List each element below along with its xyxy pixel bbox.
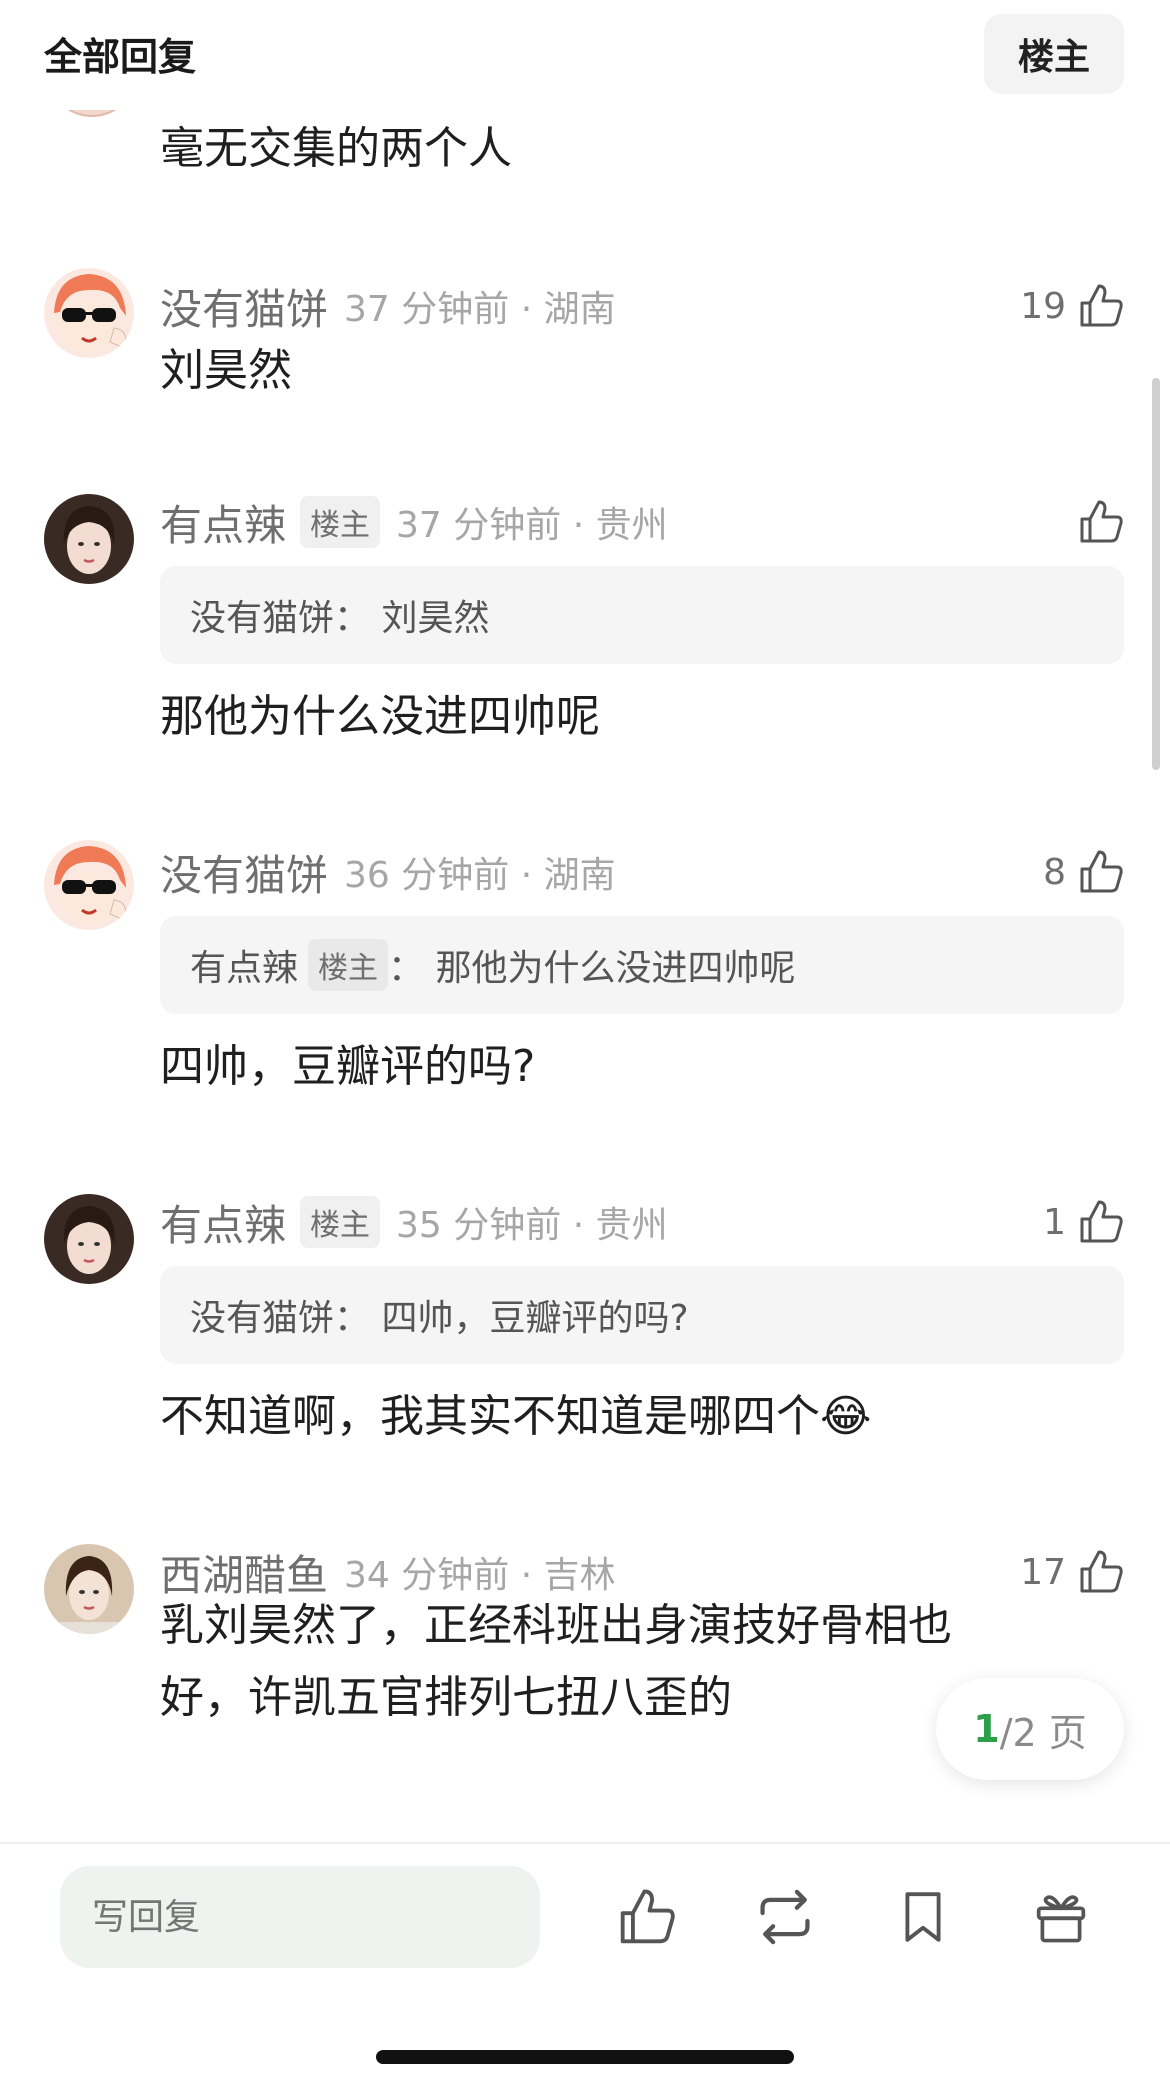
- op-badge: 楼主: [308, 939, 389, 991]
- comment-meta: 有点辣 楼主 37 分钟前 · 贵州: [160, 492, 668, 552]
- username[interactable]: 有点辣: [160, 492, 286, 553]
- scrollbar[interactable]: [1152, 378, 1160, 770]
- like-post-button[interactable]: [612, 1882, 682, 1952]
- like-button[interactable]: [1066, 492, 1126, 552]
- thumb-up-icon: [1080, 284, 1123, 327]
- quoted-text: ： 那他为什么没进四帅呢: [388, 948, 796, 989]
- quoted-reply[interactable]: 有点辣 楼主 ： 那他为什么没进四帅呢: [160, 916, 1124, 1014]
- like-count: 17: [1020, 1551, 1066, 1593]
- bottom-divider: [0, 1842, 1170, 1844]
- comment-text: 那他为什么没进四帅呢: [160, 691, 600, 742]
- quoted-username: 没有猫饼: [190, 598, 335, 639]
- comment-text-content: 不知道啊，我其实不知道是哪四个: [160, 1391, 820, 1442]
- quoted-text: ： 四帅，豆瓣评的吗?: [334, 1298, 689, 1339]
- comment-meta: 没有猫饼 37 分钟前 · 湖南: [160, 276, 616, 336]
- quoted-reply[interactable]: 没有猫饼 ： 刘昊然: [160, 566, 1124, 664]
- like-button[interactable]: 19: [1020, 276, 1126, 336]
- like-button[interactable]: 8: [1043, 842, 1126, 902]
- home-indicator[interactable]: [376, 2050, 794, 2064]
- time-location: 35 分钟前 · 贵州: [396, 1205, 668, 1246]
- avatar[interactable]: [44, 840, 134, 930]
- like-count: 8: [1043, 851, 1066, 893]
- time-location: 37 分钟前 · 贵州: [396, 505, 668, 546]
- avatar[interactable]: [44, 268, 134, 358]
- like-count: 19: [1020, 285, 1066, 327]
- comment-text: 毫无交集的两个人: [160, 123, 512, 174]
- comment-meta: 有点辣 楼主 35 分钟前 · 贵州: [160, 1192, 668, 1252]
- username[interactable]: 有点辣: [160, 1192, 286, 1253]
- comment-meta: 没有猫饼 36 分钟前 · 湖南: [160, 842, 616, 902]
- repost-icon: [760, 1889, 810, 1945]
- thumb-up-icon: [1080, 500, 1123, 543]
- thumb-up-icon: [1080, 850, 1123, 893]
- thumb-up-icon: [620, 1889, 675, 1944]
- comment-text: 刘昊然: [160, 345, 292, 396]
- quoted-text: ： 刘昊然: [334, 598, 490, 639]
- repost-button[interactable]: [750, 1882, 820, 1952]
- comment-text-line: 好，许凯五官排列七扭八歪的: [160, 1672, 732, 1723]
- op-only-filter-button[interactable]: 楼主: [984, 14, 1124, 94]
- username[interactable]: 没有猫饼: [160, 842, 328, 903]
- bookmark-button[interactable]: [888, 1882, 958, 1952]
- avatar[interactable]: [44, 1194, 134, 1284]
- quoted-username: 没有猫饼: [190, 1298, 335, 1339]
- time-location: 36 分钟前 · 湖南: [344, 855, 616, 896]
- time-location: 37 分钟前 · 湖南: [344, 289, 616, 330]
- bookmark-icon: [905, 1892, 941, 1942]
- thumb-up-icon: [1080, 1550, 1123, 1593]
- comment-text: 乳刘昊然了，正经科班出身演技好骨相也 好，许凯五官排列七扭八歪的: [160, 1590, 1060, 1734]
- like-count: 1: [1043, 1201, 1066, 1243]
- top-header: 全部回复 楼主: [0, 0, 1170, 110]
- op-badge: 楼主: [300, 1196, 381, 1248]
- gift-button[interactable]: [1026, 1882, 1096, 1952]
- quoted-reply[interactable]: 没有猫饼 ： 四帅，豆瓣评的吗?: [160, 1266, 1124, 1364]
- page-title: 全部回复: [44, 35, 197, 79]
- avatar[interactable]: [44, 494, 134, 584]
- comment-text-line: 乳刘昊然了，正经科班出身演技好骨相也: [160, 1600, 952, 1651]
- like-button[interactable]: 1: [1043, 1192, 1126, 1252]
- avatar[interactable]: [44, 1544, 134, 1634]
- op-badge: 楼主: [300, 496, 381, 548]
- current-page: 1: [973, 1707, 1000, 1751]
- laughing-emoji-icon: 😂: [820, 1391, 872, 1442]
- gift-icon: [1036, 1895, 1086, 1943]
- page-indicator[interactable]: 1/2 页: [936, 1678, 1124, 1780]
- thumb-up-icon: [1080, 1200, 1123, 1243]
- comment-text: 不知道啊，我其实不知道是哪四个😂: [160, 1382, 1060, 1452]
- reply-input[interactable]: [60, 1866, 540, 1968]
- comment-text: 四帅，豆瓣评的吗?: [160, 1041, 536, 1092]
- username[interactable]: 没有猫饼: [160, 276, 328, 337]
- quoted-username: 有点辣: [190, 948, 299, 989]
- total-pages: /2 页: [999, 1710, 1087, 1755]
